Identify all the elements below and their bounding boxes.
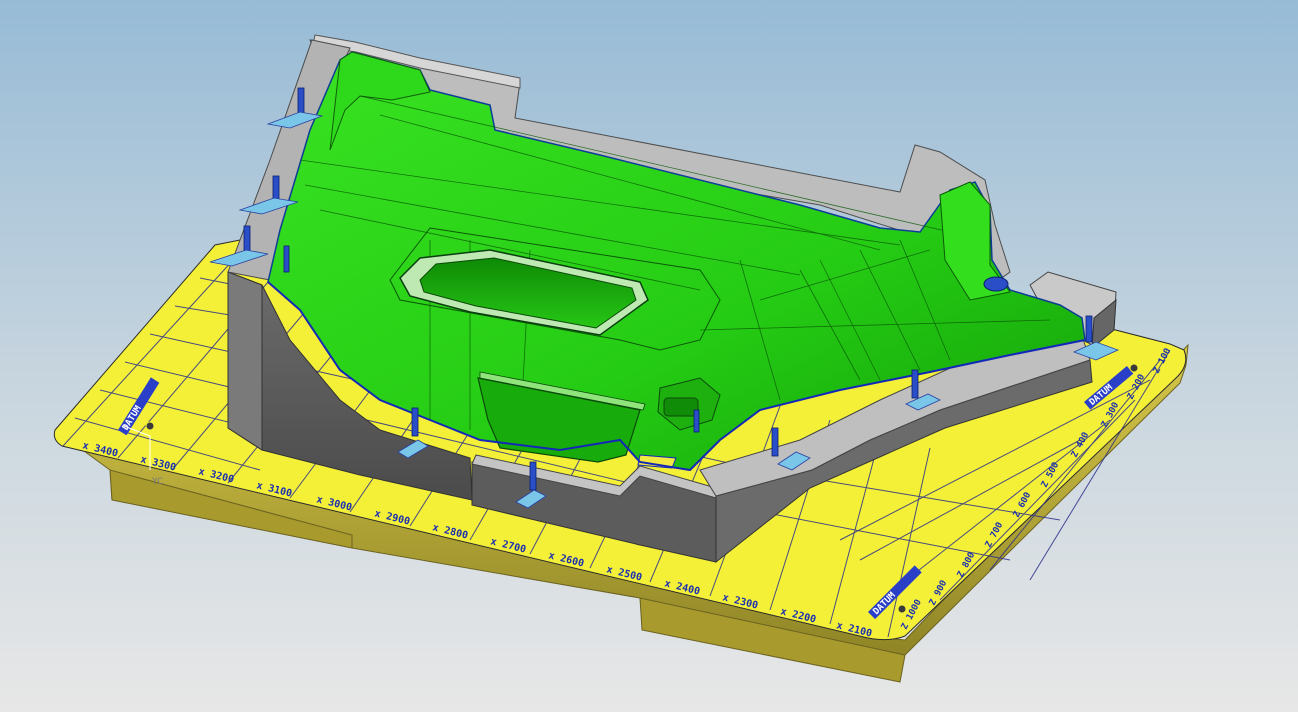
3d-model-scene[interactable]: x 3400 x 3300 x 3200 x 3100 x 3000 x 290… — [0, 0, 1298, 712]
cad-viewport[interactable]: x 3400 x 3300 x 3200 x 3100 x 3000 x 290… — [0, 0, 1298, 712]
datum-target-icon[interactable] — [897, 604, 907, 614]
blue-knob-icon[interactable] — [983, 276, 1009, 292]
clamp-icon[interactable] — [283, 245, 290, 273]
clamp-icon[interactable] — [693, 409, 700, 433]
green-part-boss-slot — [663, 397, 699, 417]
datum-target-icon[interactable] — [1129, 363, 1139, 373]
datum-target-icon[interactable] — [145, 421, 155, 431]
fixture-left-block-edge — [227, 271, 263, 451]
yc-axis-label: YC — [151, 477, 163, 487]
